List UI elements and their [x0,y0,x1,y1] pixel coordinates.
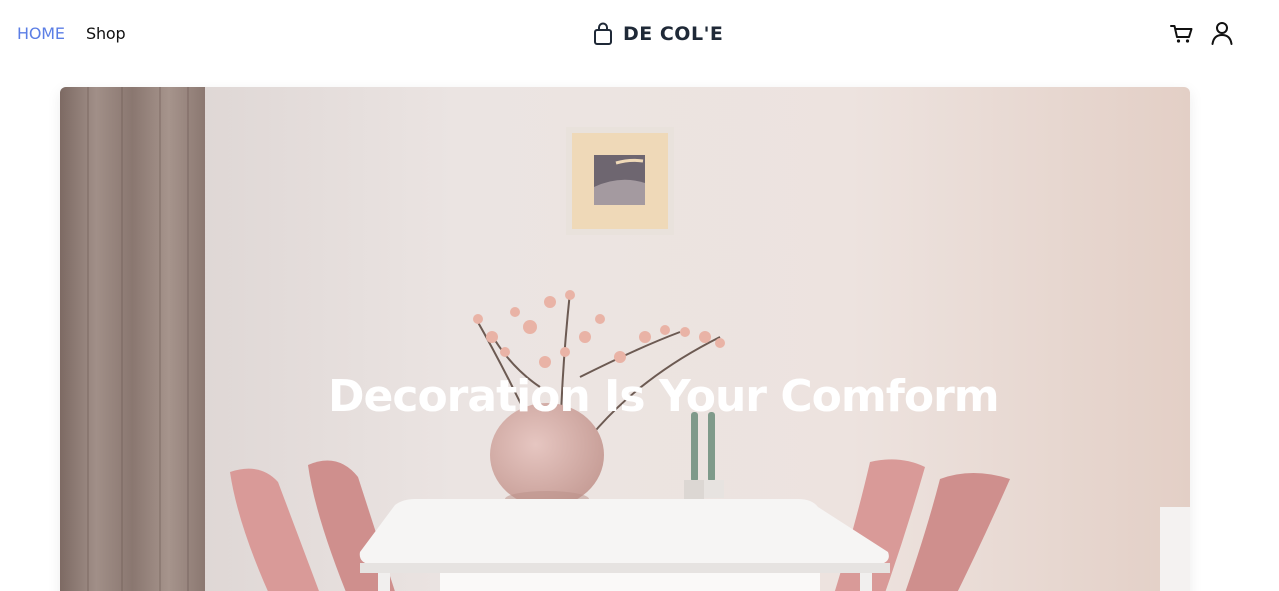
top-navbar: HOME Shop DE COL'E [0,0,1279,68]
brand-name: DE COL'E [623,23,724,45]
nav-shop-link[interactable]: Shop [86,24,126,44]
shopping-bag-icon [594,22,612,45]
hero-banner: Decoration Is Your Comform [60,87,1190,591]
brand-logo[interactable]: DE COL'E [593,22,723,46]
cart-icon[interactable] [1169,20,1195,46]
nav-home-link[interactable]: HOME [17,24,65,44]
dining-room-photo [60,87,1190,591]
hero-title: Decoration Is Your Comform [328,371,1000,422]
user-icon[interactable] [1209,20,1235,46]
